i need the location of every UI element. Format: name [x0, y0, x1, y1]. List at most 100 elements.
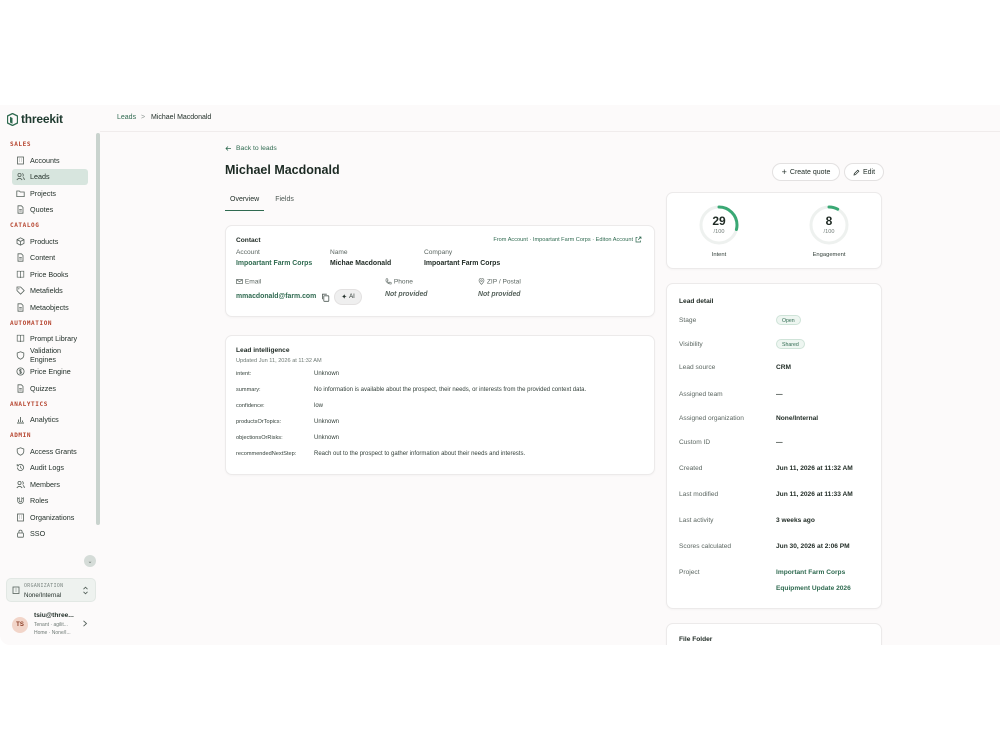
sidebar: threekit SALES Accounts Leads Projects Quote…: [0, 105, 100, 645]
tab-fields[interactable]: Fields: [270, 193, 299, 211]
organization-switcher[interactable]: ORGANIZATION None/Internal: [6, 578, 96, 602]
edit-account-link[interactable]: From Account · Impoartant Farm Corps · E…: [493, 236, 642, 243]
company-label: Company: [424, 249, 453, 256]
account-value[interactable]: Impoartant Farm Corps: [236, 260, 312, 267]
project-subname: Equipment Update 2026: [776, 585, 851, 592]
external-link-icon: [635, 236, 642, 243]
sidebar-item-label: Analytics: [30, 415, 59, 425]
nav-section-catalog: CATALOG: [10, 222, 40, 229]
sidebar-item-label: Quotes: [30, 205, 54, 215]
intelligence-value: Unknown: [314, 371, 340, 377]
sidebar-item-label: Leads: [30, 172, 50, 182]
detail-value: —: [776, 391, 783, 398]
ai-enrich-button[interactable]: ✦ AI: [334, 289, 362, 305]
pencil-icon: [853, 169, 860, 175]
create-quote-button[interactable]: + Create quote: [772, 163, 840, 181]
copy-icon[interactable]: [321, 293, 330, 302]
file-icon: [17, 205, 24, 214]
phone-value: Not provided: [385, 291, 428, 298]
sidebar-item-validation-engines[interactable]: Validation Engines: [12, 346, 88, 364]
detail-value: —: [776, 439, 783, 446]
project-link[interactable]: Important Farm Corps Equipment Update 202…: [776, 565, 851, 597]
sidebar-item-members[interactable]: Members: [12, 476, 88, 493]
edit-button[interactable]: Edit: [844, 163, 884, 181]
sidebar-item-price-engine[interactable]: Price Engine: [12, 364, 88, 381]
scroll-down-button[interactable]: ⌄: [84, 555, 96, 567]
score-intent: 29/100 Intent: [679, 203, 759, 258]
app-window: threekit SALES Accounts Leads Projects Quote…: [0, 105, 1000, 645]
sidebar-item-accounts[interactable]: Accounts: [12, 152, 88, 169]
dollar-icon: [16, 367, 25, 376]
sidebar-item-organizations[interactable]: Organizations: [12, 509, 88, 526]
sidebar-item-audit-logs[interactable]: Audit Logs: [12, 460, 88, 477]
intelligence-row: recommendedNextStep: Reach out to the pro…: [236, 451, 646, 461]
file-icon: [17, 384, 24, 393]
brand-logo[interactable]: threekit: [7, 112, 63, 126]
sidebar-item-label: Accounts: [30, 155, 60, 165]
breadcrumb-leads[interactable]: Leads: [117, 114, 136, 121]
logo-icon: [7, 112, 18, 126]
nav-section-sales: SALES: [10, 141, 32, 148]
intelligence-row: productsOrTopics: Unknown: [236, 419, 646, 429]
sidebar-item-products[interactable]: Products: [12, 233, 88, 250]
sidebar-item-label: Metaobjects: [30, 302, 69, 312]
map-pin-icon: [478, 278, 485, 285]
history-icon: [16, 464, 24, 472]
sidebar-item-metaobjects[interactable]: Metaobjects: [12, 299, 88, 316]
intelligence-value: No information is available about the pr…: [314, 387, 587, 393]
detail-key: Project: [679, 569, 700, 576]
detail-key: Visibility: [679, 341, 703, 348]
detail-value: None/Internal: [776, 415, 819, 422]
sidebar-nav: SALES Accounts Leads Projects Quotes CATALOG P…: [0, 137, 94, 573]
name-label: Name: [330, 249, 348, 256]
sidebar-item-leads[interactable]: Leads: [12, 168, 88, 185]
score-engagement: 8/100 Engagement: [789, 203, 869, 258]
plus-icon: +: [781, 167, 787, 177]
back-to-leads-link[interactable]: Back to leads: [225, 145, 277, 152]
sidebar-item-label: Audit Logs: [30, 463, 64, 473]
user-name: tsiu@three...: [34, 612, 74, 619]
create-quote-label: Create quote: [789, 168, 831, 176]
sidebar-item-label: Products: [30, 236, 59, 246]
intelligence-key: objectionsOrRisks:: [236, 435, 283, 441]
chevron-down-icon: ⌄: [87, 558, 93, 565]
user-menu[interactable]: TS tsiu@three... Tenant · agilit... Home…: [6, 608, 96, 638]
organization-label: ORGANIZATION: [24, 584, 64, 589]
source-link-label: From Account · Impoartant Farm Corps · E…: [493, 236, 633, 243]
email-value[interactable]: mmacdonald@farm.com: [236, 293, 316, 300]
sidebar-item-projects[interactable]: Projects: [12, 185, 88, 202]
zip-label: ZIP / Postal: [486, 278, 521, 286]
sidebar-item-label: Price Books: [30, 269, 69, 279]
edit-label: Edit: [862, 168, 876, 176]
sidebar-scrollbar[interactable]: [96, 133, 100, 525]
phone-label: Phone: [393, 278, 413, 286]
magnet-icon: [17, 497, 24, 505]
arrow-left-icon: [225, 146, 231, 151]
sidebar-item-label: Price Engine: [30, 367, 71, 377]
status-badge: Shared: [776, 339, 805, 349]
score-value: 8: [825, 214, 833, 228]
users-icon: [16, 480, 25, 489]
avatar: TS: [12, 617, 28, 633]
shield-icon: [16, 447, 25, 456]
intelligence-row: summary: No information is available abou…: [236, 387, 646, 397]
phone-icon: [385, 278, 392, 285]
shield-icon: [16, 351, 25, 360]
tab-overview[interactable]: Overview: [225, 193, 265, 211]
tab-bar: Overview Fields: [225, 193, 299, 211]
sidebar-item-sso[interactable]: SSO: [12, 526, 88, 543]
nav-section-analytics: ANALYTICS: [10, 400, 48, 408]
sidebar-item-quotes[interactable]: Quotes: [12, 202, 88, 219]
sidebar-item-quizzes[interactable]: Quizzes: [12, 380, 88, 397]
sidebar-item-analytics[interactable]: Analytics: [12, 412, 88, 429]
sidebar-item-prompt-library[interactable]: Prompt Library: [12, 331, 88, 348]
sidebar-item-content[interactable]: Content: [12, 250, 88, 267]
sidebar-item-metafields[interactable]: Metafields: [12, 283, 88, 300]
sidebar-item-access-grants[interactable]: Access Grants: [12, 443, 88, 460]
sidebar-item-roles[interactable]: Roles: [12, 493, 88, 510]
detail-key: Custom ID: [679, 439, 711, 446]
intelligence-key: productsOrTopics:: [236, 419, 282, 425]
sidebar-item-price-books[interactable]: Price Books: [12, 266, 88, 283]
building-icon: [17, 513, 24, 522]
file-icon: [17, 303, 24, 312]
